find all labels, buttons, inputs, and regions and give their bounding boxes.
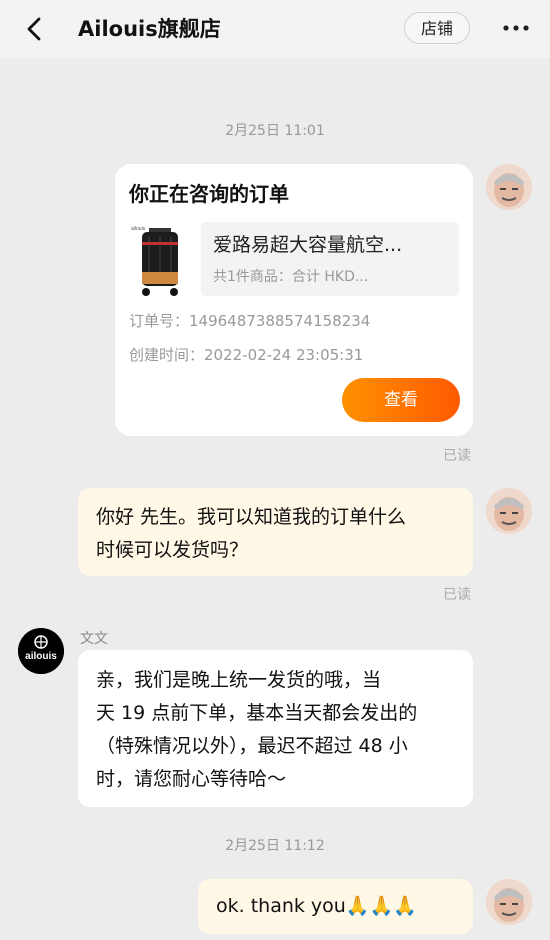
shop-button[interactable]: 店铺 (404, 12, 470, 44)
user-avatar-image (486, 164, 532, 210)
product-summary[interactable]: 爱路易超大容量航空... 共1件商品：合计 HKD... (201, 222, 459, 296)
message-line: （特殊情况以外），最迟不超过 48 小 (96, 735, 408, 757)
outgoing-message-bubble[interactable]: ok. thank you🙏🙏🙏 (198, 879, 473, 934)
message-line: 天 19 点前下单，基本当天都会发出的 (96, 702, 418, 724)
product-name: 爱路易超大容量航空... (213, 234, 403, 256)
svg-text:ailouis: ailouis (131, 226, 146, 232)
more-dots-icon[interactable] (500, 14, 532, 42)
user-avatar[interactable] (486, 164, 532, 210)
order-card[interactable]: 你正在咨询的订单 ailouis 爱路易超大容量航空... 共1件商品：合计 H… (115, 164, 473, 436)
order-number: 订单号：1496487388574158234 (129, 312, 371, 330)
timestamp: 2月25日 11:12 (225, 838, 325, 854)
product-total: 共1件商品：合计 HKD... (213, 269, 369, 285)
logo-text: ailouis (25, 651, 57, 662)
sender-name: 文文 (80, 631, 108, 647)
luggage-product-image: ailouis (129, 222, 191, 302)
incoming-message-bubble[interactable]: 亲，我们是晚上统一发货的哦，当 天 19 点前下单，基本当天都会发出的 （特殊情… (78, 650, 473, 807)
read-receipt: 已读 (443, 587, 471, 603)
user-avatar-image (486, 488, 532, 534)
ailouis-logo-avatar[interactable]: ailouis (18, 628, 64, 674)
back-arrow-icon[interactable] (20, 14, 50, 44)
order-card-title: 你正在咨询的订单 (129, 182, 289, 206)
user-avatar[interactable] (486, 879, 532, 925)
pray-emoji-icon: 🙏🙏🙏 (345, 895, 417, 917)
message-text: ok. thank you (216, 895, 346, 917)
message-line: 亲，我们是晚上统一发货的哦，当 (96, 669, 382, 691)
user-avatar[interactable] (486, 488, 532, 534)
read-receipt: 已读 (443, 448, 471, 464)
order-created-time: 创建时间：2022-02-24 23:05:31 (129, 346, 364, 364)
view-order-button[interactable]: 查看 (342, 378, 460, 422)
page-title: Ailouis旗舰店 (78, 17, 221, 41)
ailouis-logo-icon: ailouis (18, 628, 64, 674)
message-line: 你好 先生。我可以知道我的订单什么 (96, 506, 407, 528)
top-bar: Ailouis旗舰店 店铺 (0, 0, 550, 58)
outgoing-message-bubble[interactable]: 你好 先生。我可以知道我的订单什么 时候可以发货吗？ (78, 488, 473, 576)
message-line: 时候可以发货吗？ (96, 539, 249, 561)
message-line: 时，请您耐心等待哈～ (96, 768, 287, 790)
user-avatar-image (486, 879, 532, 925)
timestamp: 2月25日 11:01 (225, 123, 325, 139)
